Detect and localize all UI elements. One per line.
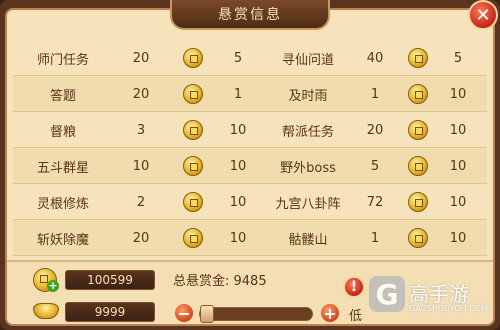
task-level: 1 [370, 230, 380, 246]
coin-icon [181, 148, 205, 184]
coin-icon [406, 76, 430, 112]
task-name: 灵根修炼 [36, 196, 89, 212]
increase-button[interactable]: + [319, 302, 341, 324]
watermark: G 高手游 GAOSHOUYOU.COM [369, 276, 491, 324]
task-reward: 10 [449, 194, 467, 210]
watermark-text: 高手游 [409, 282, 469, 306]
close-icon[interactable]: ✕ [468, 0, 498, 30]
coin-icon [406, 184, 430, 220]
task-name: 帮派任务 [281, 124, 334, 140]
coin-icon [181, 184, 205, 220]
task-reward: 10 [449, 230, 467, 246]
ingot-balance: 9999 [65, 302, 155, 322]
task-reward: 10 [449, 86, 467, 102]
total-bounty: 总悬赏金: 9485 [173, 274, 267, 289]
bounty-slider[interactable] [199, 305, 313, 323]
coin-icon [181, 40, 205, 76]
table-row: 灵根修炼 2 10 九宫八卦阵 72 10 [13, 184, 487, 220]
task-name: 五斗群星 [36, 160, 89, 176]
dialog-frame: 师门任务 20 5 寻仙问道 40 5 答题 20 1 及时雨 1 10 督粮 [0, 0, 500, 330]
task-reward: 10 [449, 122, 467, 138]
footer-bar: + 100599 9999 总悬赏金: 9485 − + ! 低 G 高手游 G… [7, 260, 493, 324]
task-reward: 5 [453, 50, 463, 66]
coin-icon [406, 112, 430, 148]
task-level: 20 [132, 50, 150, 66]
task-level: 20 [132, 230, 150, 246]
table-row: 师门任务 20 5 寻仙问道 40 5 [13, 40, 487, 76]
coin-balance: 100599 [65, 270, 155, 290]
watermark-url: GAOSHOUYOU.COM [409, 304, 489, 313]
coin-icon [181, 76, 205, 112]
task-reward: 1 [233, 86, 243, 102]
task-reward: 10 [229, 194, 247, 210]
table-row: 五斗群星 10 10 野外boss 5 10 [13, 148, 487, 184]
ingot-icon [33, 298, 59, 322]
task-level: 5 [370, 158, 380, 174]
coin-icon [406, 148, 430, 184]
task-level: 1 [370, 86, 380, 102]
task-level: 40 [366, 50, 384, 66]
watermark-logo-icon: G [369, 276, 405, 312]
level-indicator: 低 [349, 309, 363, 324]
task-name: 九宫八卦阵 [275, 196, 341, 212]
decrease-button[interactable]: − [173, 302, 195, 324]
bounty-panel: 师门任务 20 5 寻仙问道 40 5 答题 20 1 及时雨 1 10 督粮 [5, 8, 495, 326]
coin-icon [406, 220, 430, 256]
coin-icon [406, 40, 430, 76]
task-reward: 10 [229, 230, 247, 246]
table-row: 答题 20 1 及时雨 1 10 [13, 76, 487, 112]
table-row: 督粮 3 10 帮派任务 20 10 [13, 112, 487, 148]
task-level: 2 [136, 194, 146, 210]
task-reward: 10 [229, 122, 247, 138]
task-name: 骷髅山 [288, 232, 328, 248]
coin-icon [181, 220, 205, 256]
task-reward: 10 [229, 158, 247, 174]
task-name: 答题 [49, 88, 76, 104]
task-name: 斩妖除魔 [36, 232, 89, 248]
task-reward: 10 [449, 158, 467, 174]
dialog-title: 悬赏信息 [170, 0, 330, 30]
task-level: 10 [132, 158, 150, 174]
task-level: 20 [366, 122, 384, 138]
table-row: 斩妖除魔 20 10 骷髅山 1 10 [13, 220, 487, 256]
task-name: 督粮 [49, 124, 76, 140]
task-reward: 5 [233, 50, 243, 66]
slider-handle[interactable] [200, 305, 214, 323]
coin-icon [181, 112, 205, 148]
task-name: 野外boss [280, 160, 336, 176]
task-level: 3 [136, 122, 146, 138]
task-level: 20 [132, 86, 150, 102]
task-level: 72 [366, 194, 384, 210]
coin-icon: + [33, 268, 59, 292]
warning-icon[interactable]: ! [343, 276, 365, 298]
task-list: 师门任务 20 5 寻仙问道 40 5 答题 20 1 及时雨 1 10 督粮 [13, 40, 487, 256]
task-name: 师门任务 [36, 52, 89, 68]
add-coins-icon[interactable]: + [47, 280, 59, 292]
task-name: 及时雨 [288, 88, 328, 104]
task-name: 寻仙问道 [281, 52, 334, 68]
